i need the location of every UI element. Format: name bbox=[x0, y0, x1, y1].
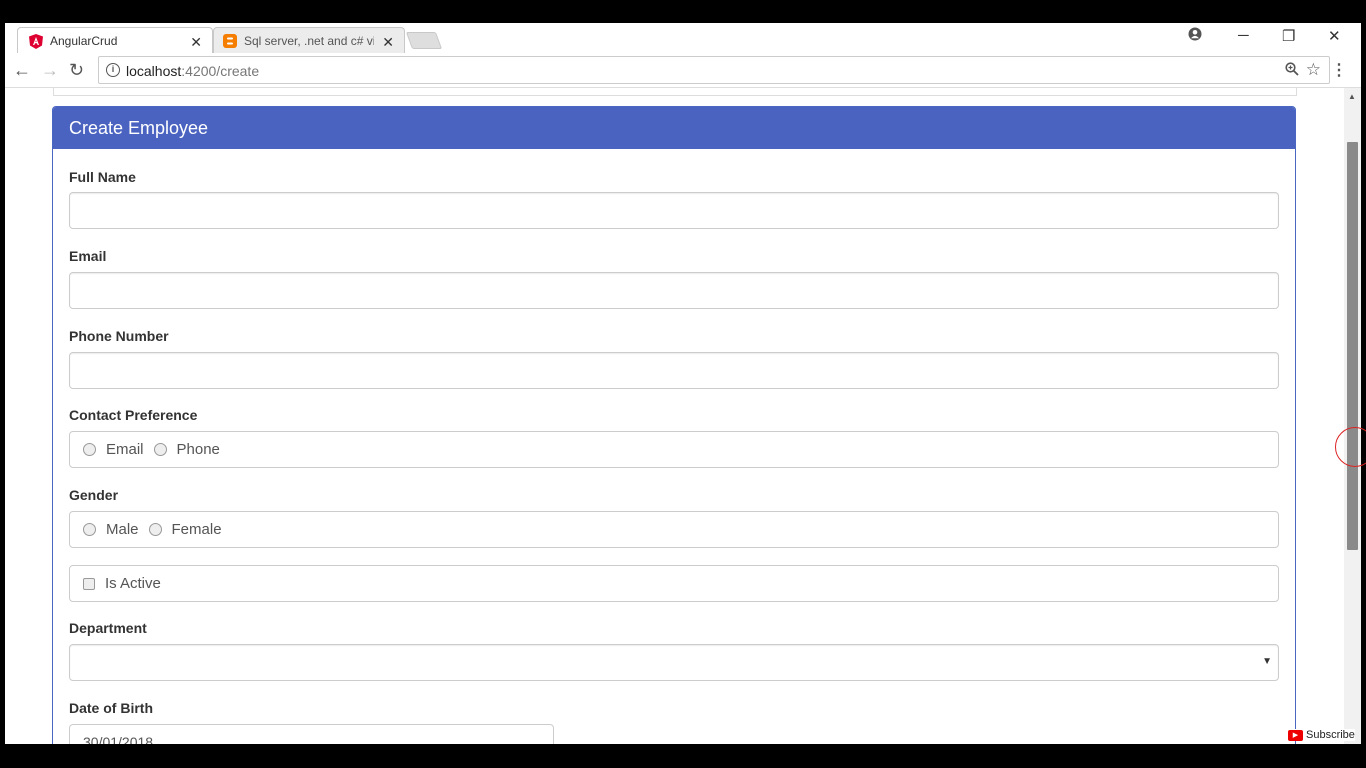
create-employee-panel: Create Employee Full Name Email Phone Nu… bbox=[52, 106, 1296, 744]
subscribe-text: Subscribe bbox=[1306, 729, 1355, 741]
zoom-icon[interactable] bbox=[1285, 62, 1299, 79]
restore-icon[interactable]: ❐ bbox=[1282, 27, 1295, 45]
gender-male-radio[interactable] bbox=[83, 523, 96, 536]
date-of-birth-group: Date of Birth 30/01/2018 bbox=[69, 700, 1279, 744]
department-group: Department ▼ bbox=[69, 620, 1279, 681]
tab-angularcrud[interactable]: AngularCrud ✕ bbox=[17, 27, 213, 54]
date-of-birth-label: Date of Birth bbox=[69, 700, 153, 716]
contact-phone-radio[interactable] bbox=[153, 443, 167, 456]
gender-label: Gender bbox=[69, 487, 119, 503]
phone-input[interactable] bbox=[69, 352, 1279, 389]
scroll-up-icon[interactable]: ▲ bbox=[1348, 92, 1356, 101]
vertical-scrollbar[interactable]: ▲ ▼ bbox=[1344, 88, 1361, 744]
url-host: localhost bbox=[126, 63, 182, 79]
new-tab-button[interactable] bbox=[405, 32, 443, 49]
minimize-icon[interactable]: ─ bbox=[1238, 27, 1249, 44]
gender-male-option[interactable]: Male bbox=[83, 521, 139, 538]
contact-phone-text: Phone bbox=[176, 441, 220, 458]
contact-preference-box: Email Phone bbox=[69, 431, 1279, 468]
contact-preference-label: Contact Preference bbox=[69, 407, 198, 423]
gender-box: Male Female bbox=[69, 511, 1279, 548]
forward-icon[interactable]: → bbox=[41, 60, 59, 81]
full-name-label: Full Name bbox=[69, 169, 136, 185]
close-tab-icon[interactable]: ✕ bbox=[382, 34, 394, 51]
email-input[interactable] bbox=[69, 272, 1279, 309]
bookmark-star-icon[interactable]: ☆ bbox=[1306, 60, 1321, 80]
scrollbar-thumb[interactable] bbox=[1347, 142, 1358, 550]
screen: AngularCrud ✕ Sql server, .net and c# vi… bbox=[0, 0, 1366, 768]
department-select[interactable]: ▼ bbox=[69, 644, 1279, 681]
full-name-input[interactable] bbox=[69, 192, 1279, 229]
email-group: Email bbox=[69, 248, 1279, 309]
close-window-icon[interactable]: ✕ bbox=[1328, 27, 1341, 45]
blogger-icon bbox=[222, 33, 238, 49]
kebab-menu-icon[interactable]: ⋮ bbox=[1331, 60, 1347, 80]
browser-toolbar: ← → ↻ i localhost:4200/create ☆ ⋮ bbox=[5, 53, 1361, 88]
phone-group: Phone Number bbox=[69, 328, 1279, 389]
is-active-box: Is Active bbox=[69, 565, 1279, 602]
contact-email-radio[interactable] bbox=[83, 443, 96, 456]
phone-label: Phone Number bbox=[69, 328, 169, 344]
is-active-option[interactable]: Is Active bbox=[83, 575, 161, 592]
tab-sql-server[interactable]: Sql server, .net and c# vid ✕ bbox=[213, 27, 405, 54]
contact-phone-option[interactable]: Phone bbox=[153, 441, 220, 458]
tab-title: Sql server, .net and c# vid bbox=[244, 34, 374, 48]
dropdown-caret-icon: ▼ bbox=[1262, 656, 1272, 667]
gender-female-radio[interactable] bbox=[148, 523, 162, 536]
gender-female-option[interactable]: Female bbox=[148, 521, 222, 538]
close-tab-icon[interactable]: ✕ bbox=[190, 34, 202, 51]
gender-group: Gender Male Female bbox=[69, 487, 1279, 548]
contact-email-option[interactable]: Email bbox=[83, 441, 144, 458]
address-bar[interactable]: i localhost:4200/create ☆ bbox=[98, 56, 1330, 84]
profile-icon[interactable] bbox=[1188, 27, 1202, 45]
info-icon[interactable]: i bbox=[106, 63, 120, 77]
previous-element-edge bbox=[53, 88, 1297, 96]
youtube-play-icon: ▶ bbox=[1288, 729, 1303, 741]
url-path: :4200/create bbox=[181, 63, 260, 79]
date-of-birth-input[interactable]: 30/01/2018 bbox=[69, 724, 554, 744]
tab-title: AngularCrud bbox=[50, 34, 118, 48]
angular-icon bbox=[28, 33, 44, 49]
back-icon[interactable]: ← bbox=[13, 60, 31, 81]
gender-male-text: Male bbox=[106, 521, 139, 538]
subscribe-badge[interactable]: ▶ Subscribe bbox=[1288, 729, 1355, 741]
full-name-group: Full Name bbox=[69, 169, 1279, 229]
gender-female-text: Female bbox=[171, 521, 222, 538]
is-active-group: Is Active bbox=[69, 565, 1279, 602]
email-label: Email bbox=[69, 248, 107, 264]
panel-title: Create Employee bbox=[53, 107, 1295, 149]
is-active-text: Is Active bbox=[105, 575, 161, 592]
contact-preference-group: Contact Preference Email Phone bbox=[69, 407, 1279, 468]
contact-email-text: Email bbox=[106, 441, 144, 458]
is-active-checkbox[interactable] bbox=[83, 577, 95, 590]
url-text: localhost:4200/create bbox=[126, 63, 259, 79]
page-viewport: Create Employee Full Name Email Phone Nu… bbox=[5, 88, 1361, 744]
reload-icon[interactable]: ↻ bbox=[69, 60, 84, 81]
department-label: Department bbox=[69, 620, 147, 636]
tab-strip: AngularCrud ✕ Sql server, .net and c# vi… bbox=[5, 23, 1361, 54]
